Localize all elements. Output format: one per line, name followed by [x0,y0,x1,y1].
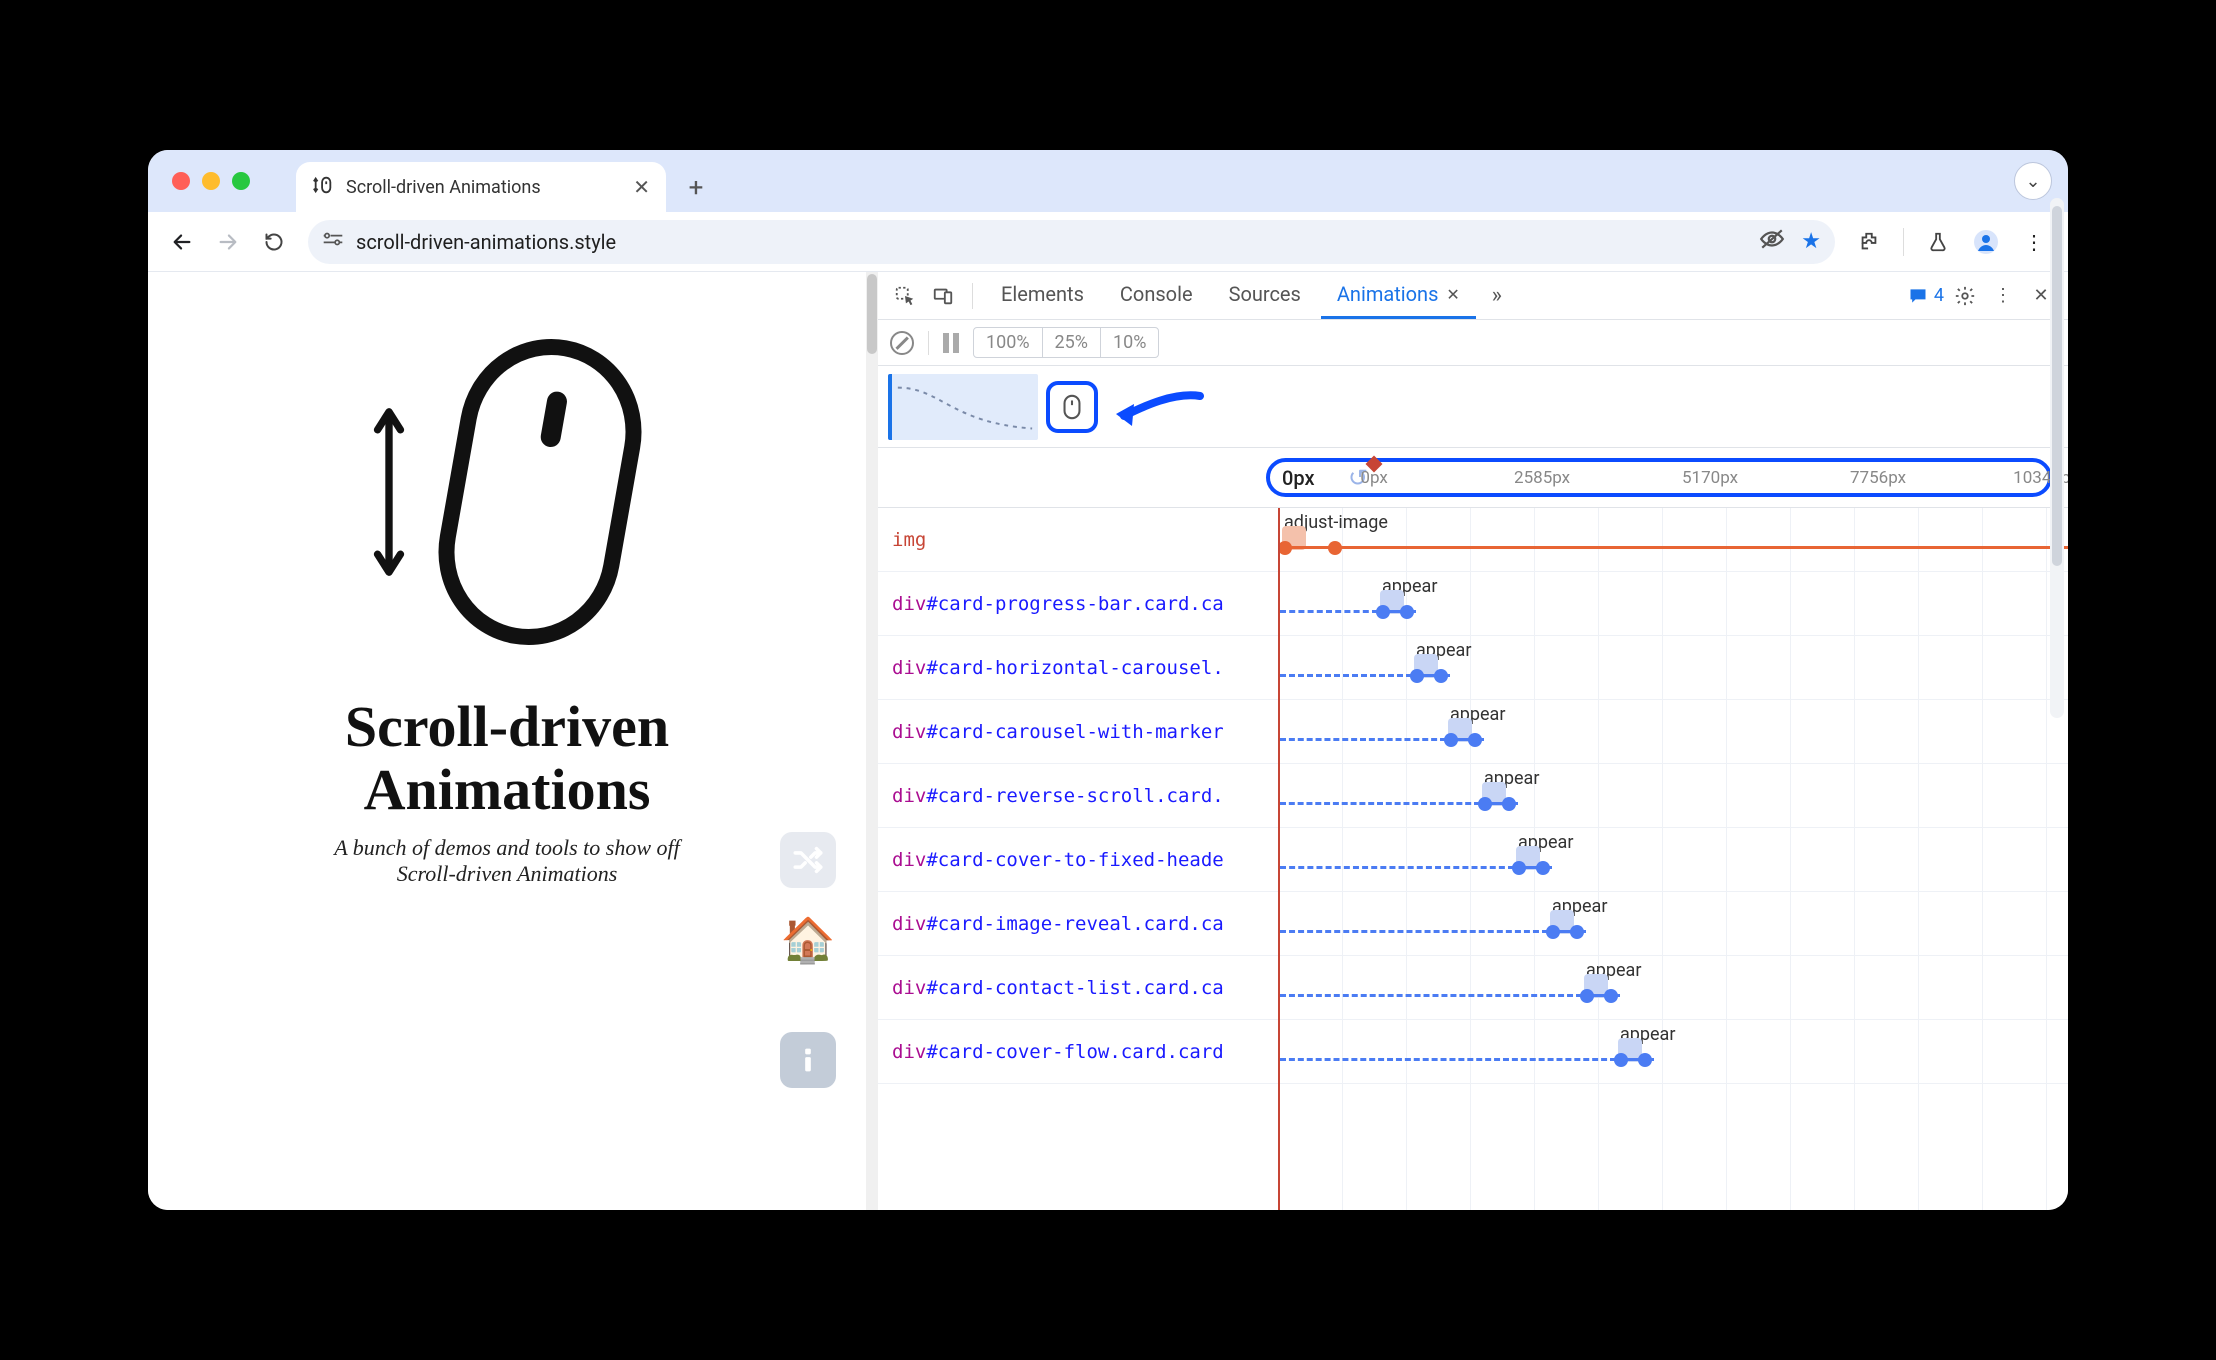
animation-track[interactable]: appear [1278,828,2068,891]
tab-title: Scroll-driven Animations [346,177,541,198]
pause-icon[interactable] [943,333,959,353]
divider [972,283,973,309]
shuffle-button[interactable] [780,832,836,888]
kebab-icon[interactable]: ⋮ [1986,279,2020,313]
annotation-arrow-icon [1114,388,1204,432]
profile-button[interactable] [1966,222,2006,262]
animation-controls: 100% 25% 10% [878,320,2068,366]
labs-button[interactable] [1918,222,1958,262]
capture-row [878,366,2068,448]
tab-strip: Scroll-driven Animations ✕ + ⌄ [148,150,2068,212]
animation-row[interactable]: div#card-reverse-scroll.card.appear [878,764,2068,828]
tab-elements[interactable]: Elements [985,272,1100,319]
content-area: Scroll-drivenAnimations A bunch of demos… [148,272,2068,1210]
maximize-window-button[interactable] [232,172,250,190]
ruler-current-value: 0px [1272,466,1344,490]
page-title: Scroll-drivenAnimations [345,696,669,821]
animation-row[interactable]: div#card-progress-bar.card.caappear [878,572,2068,636]
eye-off-icon[interactable] [1759,228,1785,255]
selector-label: div#card-cover-flow.card.card [878,1041,1278,1063]
minimize-window-button[interactable] [202,172,220,190]
ruler-tick: 5170px [1682,468,1738,488]
tab-console[interactable]: Console [1104,272,1209,319]
bookmark-star-icon[interactable]: ★ [1801,229,1821,254]
devtools-tabbar: Elements Console Sources Animations ✕ » … [878,272,2068,320]
close-window-button[interactable] [172,172,190,190]
back-button[interactable] [162,222,202,262]
toolbar-divider [1903,228,1904,256]
inspect-element-icon[interactable] [888,279,922,313]
home-button[interactable]: 🏠 [780,912,836,968]
more-tabs-icon[interactable]: » [1480,279,1514,313]
animation-row[interactable]: div#card-carousel-with-markerappear [878,700,2068,764]
speed-10[interactable]: 10% [1101,328,1158,357]
animation-track[interactable]: appear [1278,636,2068,699]
selector-label: div#card-cover-to-fixed-heade [878,849,1278,871]
site-settings-icon[interactable] [322,230,344,253]
speed-100[interactable]: 100% [974,328,1043,357]
rendered-page: Scroll-drivenAnimations A bunch of demos… [148,272,866,1210]
forward-button[interactable] [208,222,248,262]
tab-close-icon[interactable]: ✕ [633,175,650,199]
animation-track[interactable]: appear [1278,700,2068,763]
animation-row[interactable]: div#card-horizontal-carousel.appear [878,636,2068,700]
info-button[interactable] [780,1032,836,1088]
ruler-tick: 0px [1360,468,1387,488]
reload-button[interactable] [254,222,294,262]
issues-button[interactable]: 4 [1908,285,1944,306]
divider [928,331,929,355]
selector-label: div#card-horizontal-carousel. [878,657,1278,679]
scroll-badge-highlight[interactable] [1046,381,1098,433]
tab-animations[interactable]: Animations ✕ [1321,272,1476,319]
window-controls [172,172,250,190]
animation-track[interactable]: appear [1278,572,2068,635]
updown-arrow-icon [369,402,409,582]
animation-row[interactable]: div#card-cover-to-fixed-headeappear [878,828,2068,892]
animation-row[interactable]: div#card-cover-flow.card.cardappear [878,1020,2068,1084]
clear-animations-icon[interactable] [890,331,914,355]
selector-label: div#card-carousel-with-marker [878,721,1278,743]
speed-buttons: 100% 25% 10% [973,327,1159,358]
animation-track[interactable]: appear [1278,892,2068,955]
animation-row[interactable]: imgadjust-image [878,508,2068,572]
tab-active[interactable]: Scroll-driven Animations ✕ [296,162,666,212]
animation-ruler-row: 0px ↺ 0px 2585px 5170px 7756px 10341px [878,448,2068,508]
tabs-dropdown-button[interactable]: ⌄ [2014,162,2052,200]
tab-sources[interactable]: Sources [1213,272,1317,319]
ruler-tick: 2585px [1514,468,1570,488]
address-bar[interactable]: scroll-driven-animations.style ★ [308,220,1835,264]
close-icon[interactable]: ✕ [1446,285,1459,304]
page-subtitle: A bunch of demos and tools to show offSc… [334,835,680,887]
animation-row[interactable]: div#card-image-reveal.card.caappear [878,892,2068,956]
animation-track[interactable]: appear [1278,1020,2068,1083]
toolbar: scroll-driven-animations.style ★ ⋮ [148,212,2068,272]
url-text: scroll-driven-animations.style [356,230,616,254]
selector-label: div#card-contact-list.card.ca [878,977,1278,999]
ruler-ticks[interactable]: 0px 2585px 5170px 7756px 10341px [1374,464,2046,491]
selector-label: div#card-image-reveal.card.ca [878,913,1278,935]
selector-label: div#card-progress-bar.card.ca [878,593,1278,615]
new-tab-button[interactable]: + [676,168,716,208]
device-toggle-icon[interactable] [926,279,960,313]
tab-favicon [312,174,334,201]
mouse-icon [435,332,645,652]
selector-label: img [878,529,1278,551]
extensions-button[interactable] [1849,222,1889,262]
chrome-menu-button[interactable]: ⋮ [2014,222,2054,262]
browser-window: Scroll-driven Animations ✕ + ⌄ scroll-dr… [148,150,2068,1210]
devtools-panel: Elements Console Sources Animations ✕ » … [878,272,2068,1210]
devtools-scrollbar[interactable] [2050,198,2064,718]
gear-icon[interactable] [1948,279,1982,313]
animation-row[interactable]: div#card-contact-list.card.caappear [878,956,2068,1020]
speed-25[interactable]: 25% [1043,328,1101,357]
animation-list: imgadjust-imagediv#card-progress-bar.car… [878,508,2068,1210]
pane-splitter[interactable] [866,272,878,1210]
animation-track[interactable]: adjust-image [1278,508,2068,571]
selector-label: div#card-reverse-scroll.card. [878,785,1278,807]
ruler-tick: 7756px [1850,468,1906,488]
animation-capture-thumb[interactable] [888,374,1038,440]
animation-track[interactable]: appear [1278,956,2068,1019]
animation-track[interactable]: appear [1278,764,2068,827]
hero-graphic [369,332,645,652]
